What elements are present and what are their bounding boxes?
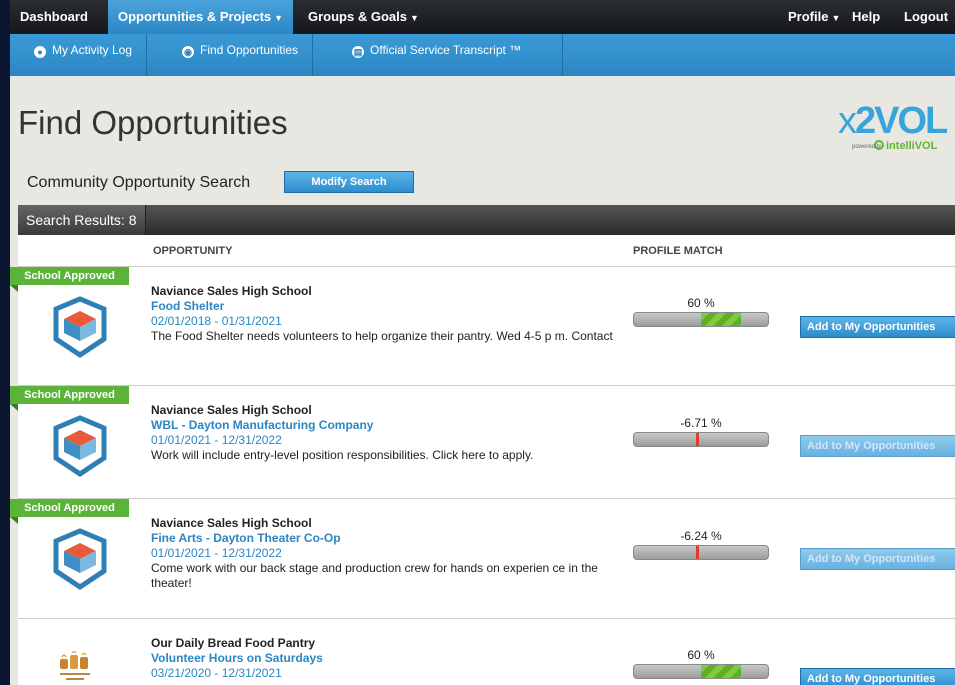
results-count-tab: Search Results: 8 — [18, 205, 146, 235]
logo-wordmark: x2VOL — [838, 100, 948, 142]
organization-name: Naviance Sales High School — [151, 516, 312, 530]
nav-profile[interactable]: Profile ▼ — [778, 0, 850, 34]
list-item: School Approved Naviance Sales High Scho… — [10, 498, 955, 618]
profile-match-percent: 60 % — [687, 296, 715, 310]
opportunity-description: Come work with our back stage and produc… — [151, 561, 598, 590]
add-to-my-opportunities-button[interactable]: Add to My Opportunities — [800, 435, 955, 457]
opportunity-description: Work will include entry-level position r… — [151, 448, 534, 462]
column-header-profile-match: PROFILE MATCH — [633, 245, 723, 257]
school-approved-badge: School Approved — [10, 386, 129, 411]
opportunity-title-link[interactable]: Fine Arts - Dayton Theater Co-Op — [151, 531, 341, 545]
book-shield-icon — [53, 528, 107, 591]
search-icon: ◉ — [182, 46, 194, 58]
transcript-icon: ▤ — [352, 46, 364, 58]
nav-groups[interactable]: Groups & Goals ▼ — [298, 0, 429, 34]
nav-profile-label: Profile — [788, 9, 829, 24]
list-item: Our Daily Bread Food Pantry Volunteer Ho… — [18, 618, 955, 685]
book-shield-icon — [53, 415, 107, 478]
subnav-find-opportunities-label: Find Opportunities — [200, 43, 299, 57]
subnav-transcript[interactable]: ▤ Official Service Transcript ™ — [338, 34, 563, 76]
subnav-find-opportunities[interactable]: ◉ Find Opportunities — [168, 34, 314, 76]
search-type-label: Community Opportunity Search — [27, 174, 251, 191]
intellivol-logo: intelliVOL — [874, 140, 937, 152]
sub-nav: ● My Activity Log ◉ Find Opportunities ▤ Of… — [10, 34, 955, 76]
opportunity-dates: 01/01/2021 - 12/31/2022 — [151, 433, 282, 447]
chevron-down-icon: ▼ — [831, 13, 841, 23]
app-frame: Dashboard Opportunities & Projects ▼ Grou… — [10, 0, 955, 685]
list-item: School Approved Naviance Sales High Scho… — [10, 385, 955, 498]
opportunity-title-link[interactable]: Volunteer Hours on Saturdays — [151, 651, 323, 665]
profile-match-bar — [633, 432, 769, 447]
profile-match-fill — [701, 313, 741, 326]
top-nav: Dashboard Opportunities & Projects ▼ Grou… — [10, 0, 955, 34]
nav-opportunities[interactable]: Opportunities & Projects ▼ — [108, 0, 294, 34]
opportunity-dates: 02/01/2018 - 01/31/2021 — [151, 314, 282, 328]
opportunity-description: The Food Shelter needs volunteers to hel… — [151, 329, 613, 343]
profile-match-percent: 60 % — [687, 648, 715, 662]
organization-name: Naviance Sales High School — [151, 403, 312, 417]
organization-name: Our Daily Bread Food Pantry — [151, 636, 316, 650]
page-title: Find Opportunities — [18, 104, 288, 141]
add-to-my-opportunities-button[interactable]: Add to My Opportunities — [800, 668, 955, 685]
results-list: OPPORTUNITY PROFILE MATCH School Approve… — [10, 235, 955, 685]
book-shield-icon — [53, 296, 107, 359]
profile-match-fill — [701, 665, 741, 678]
profile-match-marker — [696, 546, 699, 559]
modify-search-button[interactable]: Modify Search — [284, 171, 414, 193]
nav-groups-label: Groups & Goals — [308, 9, 407, 24]
profile-match-bar — [633, 545, 769, 560]
profile-match-bar — [633, 664, 769, 679]
results-header-bar: Search Results: 8 — [18, 205, 955, 235]
add-to-my-opportunities-button[interactable]: Add to My Opportunities — [800, 316, 955, 338]
nav-opportunities-label: Opportunities & Projects — [118, 9, 272, 24]
profile-match-marker — [696, 433, 699, 446]
nav-help-label: Help — [852, 9, 881, 24]
opportunity-title-link[interactable]: WBL - Dayton Manufacturing Company — [151, 418, 373, 432]
profile-match-percent: -6.71 % — [680, 416, 722, 430]
eye-icon — [874, 140, 884, 150]
subnav-activity-log-label: My Activity Log — [52, 43, 133, 57]
organization-name: Naviance Sales High School — [151, 284, 312, 298]
x2vol-logo: x2VOL powered by intelliVOL — [838, 100, 955, 160]
profile-match-percent: -6.24 % — [680, 529, 722, 543]
opportunity-title-link[interactable]: Food Shelter — [151, 299, 224, 313]
list-item: School Approved Naviance Sales High Scho… — [10, 266, 955, 385]
school-approved-badge: School Approved — [10, 499, 129, 524]
subnav-activity-log[interactable]: ● My Activity Log — [20, 34, 148, 76]
opportunity-dates: 01/01/2021 - 12/31/2022 — [151, 546, 282, 560]
subnav-transcript-label: Official Service Transcript ™ — [370, 43, 522, 57]
school-approved-badge: School Approved — [10, 267, 129, 292]
nav-help[interactable]: Help — [842, 0, 890, 34]
opportunity-dates: 03/21/2020 - 12/31/2021 — [151, 666, 282, 680]
nav-dashboard[interactable]: Dashboard — [10, 0, 98, 34]
nav-logout-label: Logout — [904, 9, 949, 24]
food-pantry-logo — [60, 651, 90, 680]
chevron-down-icon: ▼ — [409, 13, 419, 23]
profile-match-bar — [633, 312, 769, 327]
add-to-my-opportunities-button[interactable]: Add to My Opportunities — [800, 548, 955, 570]
activity-icon: ● — [34, 46, 46, 58]
column-header-opportunity: OPPORTUNITY — [153, 245, 233, 257]
chevron-down-icon: ▼ — [274, 13, 284, 23]
nav-logout[interactable]: Logout — [894, 0, 955, 34]
nav-dashboard-label: Dashboard — [20, 9, 88, 24]
